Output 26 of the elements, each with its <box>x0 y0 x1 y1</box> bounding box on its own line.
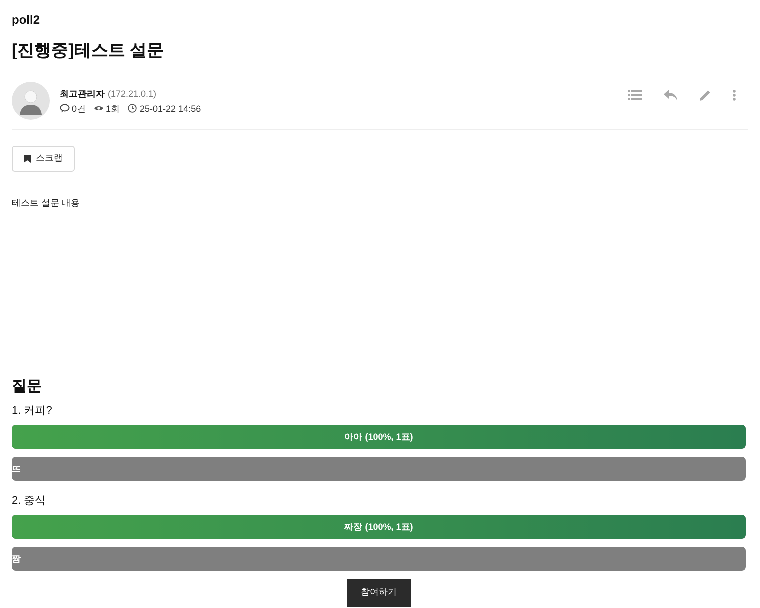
reply-icon[interactable] <box>664 90 678 100</box>
comment-icon <box>60 104 70 113</box>
list-icon[interactable] <box>628 90 642 100</box>
post-content: 테스트 설문 내용 <box>12 197 82 210</box>
user-avatar-icon <box>12 82 50 120</box>
pencil-icon[interactable] <box>700 90 711 100</box>
more-options-icon[interactable] <box>733 90 736 100</box>
eye-icon <box>94 105 104 112</box>
bookmark-icon <box>24 155 31 163</box>
submit-button[interactable]: 참여하기 <box>347 579 411 607</box>
author-name: 최고관리자 <box>60 88 105 100</box>
author-ip: (172.21.0.1) <box>108 88 157 100</box>
clock-icon <box>128 104 138 113</box>
post-date: 25-01-22 14:56 <box>140 102 202 114</box>
poll-heading: 질문 <box>12 377 43 397</box>
board-name: poll2 <box>12 13 42 27</box>
question-title: 2. 중식 <box>12 494 48 509</box>
post-title: [진행중]테스트 설문 <box>12 40 166 62</box>
option-label: 짬 <box>12 553 21 565</box>
comment-count: 0건 <box>72 102 86 114</box>
option-label: 짜장 (100%, 1표) <box>344 521 414 533</box>
option-label: 아아 (100%, 1표) <box>344 431 414 443</box>
option-label: 뜨 <box>12 463 21 475</box>
scrap-button[interactable]: 스크랩 <box>12 146 75 172</box>
view-count: 1회 <box>106 102 120 114</box>
question-title: 1. 커피? <box>12 404 54 419</box>
